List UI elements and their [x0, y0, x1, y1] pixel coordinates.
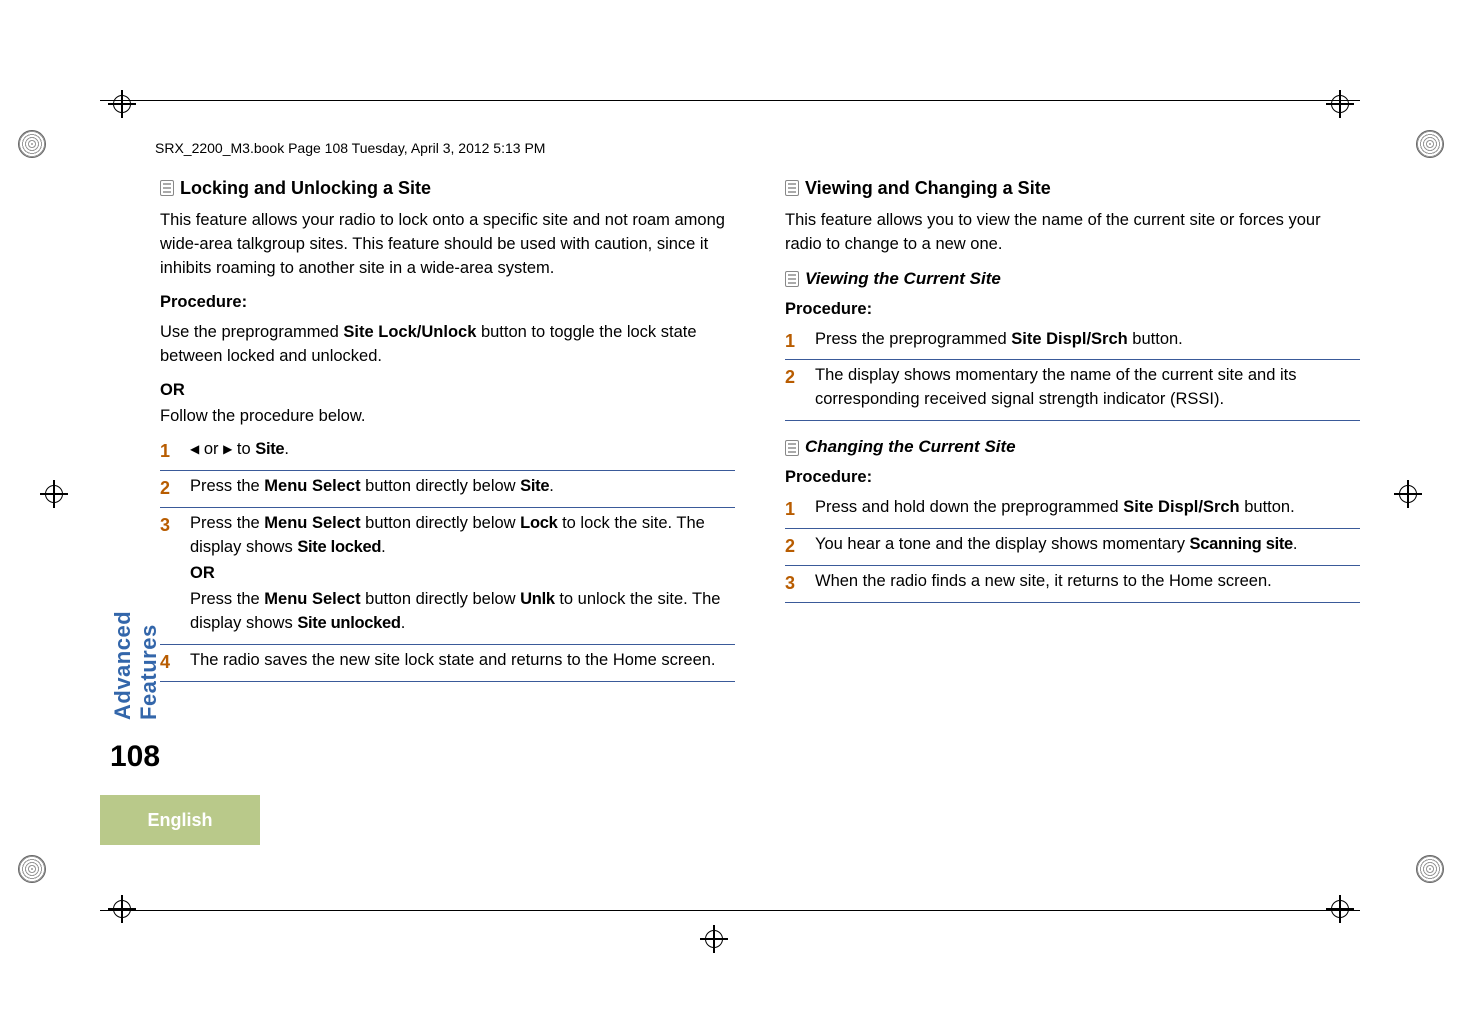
step-number: 2 [785, 364, 795, 390]
language-tab: English [100, 795, 260, 845]
section-label: Advanced Features [110, 570, 162, 720]
text: or [199, 440, 223, 458]
steps-list: 1 Press and hold down the preprogrammed … [785, 496, 1360, 603]
note-icon [785, 180, 799, 196]
registration-mark-icon [1394, 480, 1422, 508]
crop-mark-icon [1416, 855, 1444, 883]
text: The radio saves the new site lock state … [190, 651, 716, 669]
step-number: 2 [785, 533, 795, 559]
step-number: 3 [785, 570, 795, 596]
text: . [1293, 535, 1298, 553]
registration-mark-icon [700, 925, 728, 953]
pre-step: Follow the procedure below. [160, 405, 735, 429]
registration-mark-icon [1326, 90, 1354, 118]
subheading-view-current: Viewing the Current Site [785, 267, 1360, 292]
ui-text: Scanning site [1190, 535, 1293, 553]
text: Press the preprogrammed [815, 330, 1011, 348]
procedure-label: Procedure: [785, 466, 1360, 490]
heading-text: Locking and Unlocking a Site [180, 175, 431, 201]
text: to [232, 440, 255, 458]
subheading-text: Changing the Current Site [805, 435, 1016, 460]
text: Use the preprogrammed [160, 323, 343, 341]
button-name: Menu Select [264, 477, 360, 495]
procedure-label: Procedure: [160, 291, 735, 315]
step-number: 1 [785, 496, 795, 522]
text: button directly below [361, 590, 521, 608]
intro-paragraph: This feature allows your radio to lock o… [160, 209, 735, 281]
heading-text: Viewing and Changing a Site [805, 175, 1051, 201]
page: SRX_2200_M3.book Page 108 Tuesday, April… [0, 0, 1462, 1013]
step-item: 2 You hear a tone and the display shows … [785, 533, 1360, 566]
button-name: Site Lock/Unlock [343, 323, 476, 341]
ui-text: Site [255, 440, 284, 458]
text: . [401, 614, 406, 632]
text: The display shows momentary the name of … [815, 366, 1296, 408]
text: When the radio finds a new site, it retu… [815, 572, 1272, 590]
steps-list: 1 Press the preprogrammed Site Displ/Src… [785, 328, 1360, 422]
subheading-text: Viewing the Current Site [805, 267, 1001, 292]
right-column: Viewing and Changing a Site This feature… [785, 175, 1360, 686]
step-number: 3 [160, 512, 170, 538]
left-arrow-icon: ◀ [190, 441, 199, 458]
ui-text: Site unlocked [297, 614, 400, 632]
crop-mark-icon [1416, 130, 1444, 158]
ui-text: Unlk [520, 590, 555, 608]
text: Press the [190, 477, 264, 495]
step-item: 3 Press the Menu Select button directly … [160, 512, 735, 645]
or-divider: OR [190, 562, 735, 586]
footer-rule [100, 910, 1360, 911]
button-name: Site Displ/Srch [1123, 498, 1239, 516]
step-item: 1 Press and hold down the preprogrammed … [785, 496, 1360, 529]
steps-list: 1 ◀ or ▶ to Site. 2 Press the Menu Selec… [160, 438, 735, 681]
text: button. [1128, 330, 1183, 348]
step-item: 1 Press the preprogrammed Site Displ/Src… [785, 328, 1360, 361]
text: . [381, 538, 386, 556]
text: . [549, 477, 554, 495]
step-number: 1 [160, 438, 170, 464]
note-icon [160, 180, 174, 196]
text: button directly below [361, 477, 521, 495]
button-name: Site Displ/Srch [1011, 330, 1127, 348]
page-number: 108 [110, 740, 160, 774]
ui-text: Lock [520, 514, 557, 532]
step-number: 4 [160, 649, 170, 675]
heading-viewing: Viewing and Changing a Site [785, 175, 1360, 201]
registration-mark-icon [1326, 895, 1354, 923]
content-area: Locking and Unlocking a Site This featur… [160, 175, 1360, 686]
step-item: 1 ◀ or ▶ to Site. [160, 438, 735, 471]
procedure-label: Procedure: [785, 298, 1360, 322]
intro-paragraph: This feature allows you to view the name… [785, 209, 1360, 257]
step-item: 3 When the radio finds a new site, it re… [785, 570, 1360, 603]
button-name: Menu Select [264, 514, 360, 532]
text: button directly below [361, 514, 521, 532]
subheading-change-current: Changing the Current Site [785, 435, 1360, 460]
text: button. [1240, 498, 1295, 516]
right-arrow-icon: ▶ [223, 441, 232, 458]
heading-locking: Locking and Unlocking a Site [160, 175, 735, 201]
step-item: 4 The radio saves the new site lock stat… [160, 649, 735, 682]
or-divider: OR [160, 379, 735, 403]
pre-step: Use the preprogrammed Site Lock/Unlock b… [160, 321, 735, 369]
button-name: Menu Select [264, 590, 360, 608]
step-number: 1 [785, 328, 795, 354]
header-rule [100, 100, 1360, 101]
step-item: 2 Press the Menu Select button directly … [160, 475, 735, 508]
text: Press the [190, 590, 264, 608]
step-number: 2 [160, 475, 170, 501]
text: Press the [190, 514, 264, 532]
note-icon [785, 440, 799, 456]
text: . [284, 440, 289, 458]
ui-text: Site locked [297, 538, 381, 556]
note-icon [785, 271, 799, 287]
text: You hear a tone and the display shows mo… [815, 535, 1190, 553]
text: Press and hold down the preprogrammed [815, 498, 1123, 516]
step-item: 2 The display shows momentary the name o… [785, 364, 1360, 421]
left-column: Locking and Unlocking a Site This featur… [160, 175, 735, 686]
ui-text: Site [520, 477, 549, 495]
